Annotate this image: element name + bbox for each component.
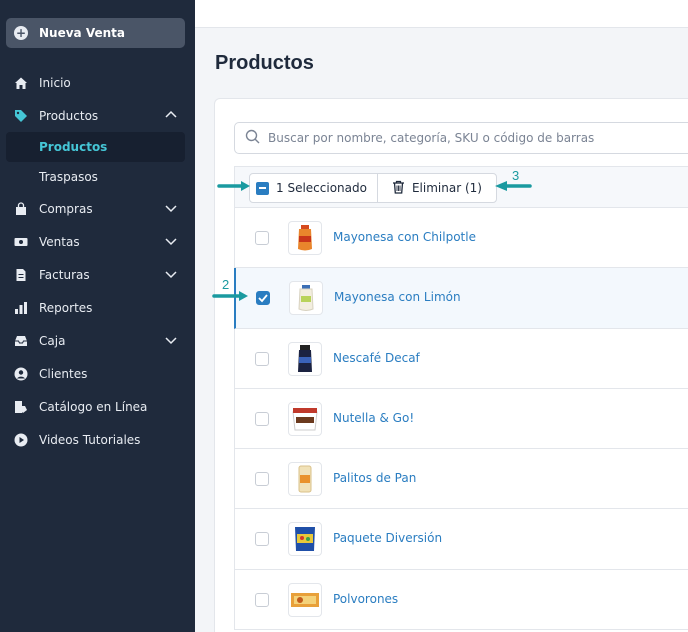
product-thumbnail <box>289 281 323 316</box>
chart-icon <box>14 301 28 315</box>
chevron-down-icon <box>165 235 177 247</box>
invoice-icon <box>14 268 28 282</box>
sidebar-item-catalogo[interactable]: Catálogo en Línea <box>0 390 195 423</box>
product-name-link[interactable]: Mayonesa con Limón <box>334 290 461 304</box>
play-icon <box>14 433 28 447</box>
sidebar-item-label: Facturas <box>39 267 90 282</box>
new-sale-label: Nueva Venta <box>39 26 125 40</box>
page-title: Productos <box>215 52 314 74</box>
product-name-link[interactable]: Polvorones <box>333 592 398 606</box>
trash-icon <box>392 180 405 197</box>
sidebar-item-label: Reportes <box>39 300 93 315</box>
sidebar-item-clientes[interactable]: Clientes <box>0 357 195 390</box>
chevron-down-icon <box>165 334 177 346</box>
bulk-actions-group: 1 Seleccionado Eliminar (1) <box>249 173 497 203</box>
plus-icon: + <box>14 26 28 40</box>
chevron-up-icon <box>165 109 177 121</box>
product-thumbnail <box>288 341 322 376</box>
product-name-link[interactable]: Paquete Diversión <box>333 531 442 545</box>
bag-icon <box>14 201 28 216</box>
sidebar-item-label: Videos Tutoriales <box>39 432 141 447</box>
table-row[interactable]: Mayonesa con Limón <box>234 268 688 329</box>
user-icon <box>14 367 28 381</box>
table-row[interactable]: Mayonesa con Chilpotle <box>235 208 688 269</box>
sidebar-item-label: Catálogo en Línea <box>39 399 148 414</box>
sidebar-item-caja[interactable]: Caja <box>0 324 195 357</box>
product-thumbnail <box>288 582 322 617</box>
bulk-select-toggle[interactable]: 1 Seleccionado <box>250 174 378 202</box>
product-thumbnail <box>288 462 322 497</box>
table-row[interactable]: Nescafé Decaf <box>235 328 688 389</box>
search-bar <box>234 122 688 154</box>
delete-selected-button[interactable]: Eliminar (1) <box>378 174 496 202</box>
money-icon <box>14 235 28 249</box>
sidebar-item-productos[interactable]: Productos <box>0 99 195 132</box>
sidebar-nav: Inicio Productos Productos Traspasos Com… <box>0 66 195 456</box>
product-thumbnail <box>288 401 322 436</box>
product-name-link[interactable]: Nutella & Go! <box>333 411 414 425</box>
product-thumbnail <box>288 522 322 557</box>
new-sale-button[interactable]: + Nueva Venta <box>6 18 185 48</box>
row-checkbox[interactable] <box>255 472 269 487</box>
row-checkbox[interactable] <box>255 231 269 245</box>
sidebar-item-label: Inicio <box>39 75 71 90</box>
search-icon <box>245 129 260 148</box>
tag-icon <box>14 109 28 123</box>
product-name-link[interactable]: Nescafé Decaf <box>333 351 420 365</box>
row-checkbox[interactable] <box>255 592 269 607</box>
annotation-marker-2: 2 <box>222 277 230 292</box>
sidebar-item-label: Caja <box>39 333 66 348</box>
sidebar-item-ventas[interactable]: Ventas <box>0 225 195 258</box>
sidebar-item-compras[interactable]: Compras <box>0 192 195 225</box>
sidebar-item-label: Productos <box>39 108 99 123</box>
home-icon <box>14 76 28 90</box>
inbox-icon <box>14 334 28 348</box>
product-list: 1 Seleccionado Eliminar (1) Mayonesa con… <box>234 166 688 631</box>
sidebar-item-reportes[interactable]: Reportes <box>0 291 195 324</box>
chevron-down-icon <box>165 202 177 214</box>
selected-count-label: 1 Seleccionado <box>276 181 367 195</box>
chevron-down-icon <box>165 268 177 280</box>
catalog-icon <box>14 400 28 414</box>
sidebar-subitem-label: Traspasos <box>39 170 98 184</box>
table-row[interactable]: Paquete Diversión <box>235 509 688 570</box>
sidebar-subitem-productos[interactable]: Productos <box>6 132 185 162</box>
row-checkbox[interactable] <box>255 532 269 547</box>
sidebar-subitem-label: Productos <box>39 140 108 154</box>
sidebar-item-videos[interactable]: Videos Tutoriales <box>0 423 195 456</box>
sidebar-subitem-traspasos[interactable]: Traspasos <box>0 162 195 192</box>
table-row[interactable]: Palitos de Pan <box>235 449 688 510</box>
indeterminate-checkbox-icon[interactable] <box>256 181 269 195</box>
sidebar-item-label: Ventas <box>39 234 80 249</box>
row-checkbox[interactable] <box>255 351 269 366</box>
row-checkbox[interactable] <box>255 411 269 426</box>
sidebar-item-label: Clientes <box>39 366 88 381</box>
annotation-marker-3: 3 <box>512 168 520 183</box>
product-name-link[interactable]: Mayonesa con Chilpotle <box>333 230 476 244</box>
product-thumbnail <box>288 221 322 255</box>
search-input[interactable] <box>268 131 668 145</box>
product-name-link[interactable]: Palitos de Pan <box>333 471 416 485</box>
delete-label: Eliminar (1) <box>411 181 482 195</box>
table-row[interactable]: Polvorones <box>235 569 688 631</box>
sidebar-item-label: Compras <box>39 201 93 216</box>
sidebar: + Nueva Venta Inicio Productos Productos… <box>0 0 195 632</box>
sidebar-item-inicio[interactable]: Inicio <box>0 66 195 99</box>
top-bar <box>195 0 688 28</box>
bulk-actions-bar: 1 Seleccionado Eliminar (1) <box>235 167 688 208</box>
row-checkbox-checked[interactable] <box>256 291 270 306</box>
table-row[interactable]: Nutella & Go! <box>235 388 688 450</box>
sidebar-item-facturas[interactable]: Facturas <box>0 258 195 291</box>
